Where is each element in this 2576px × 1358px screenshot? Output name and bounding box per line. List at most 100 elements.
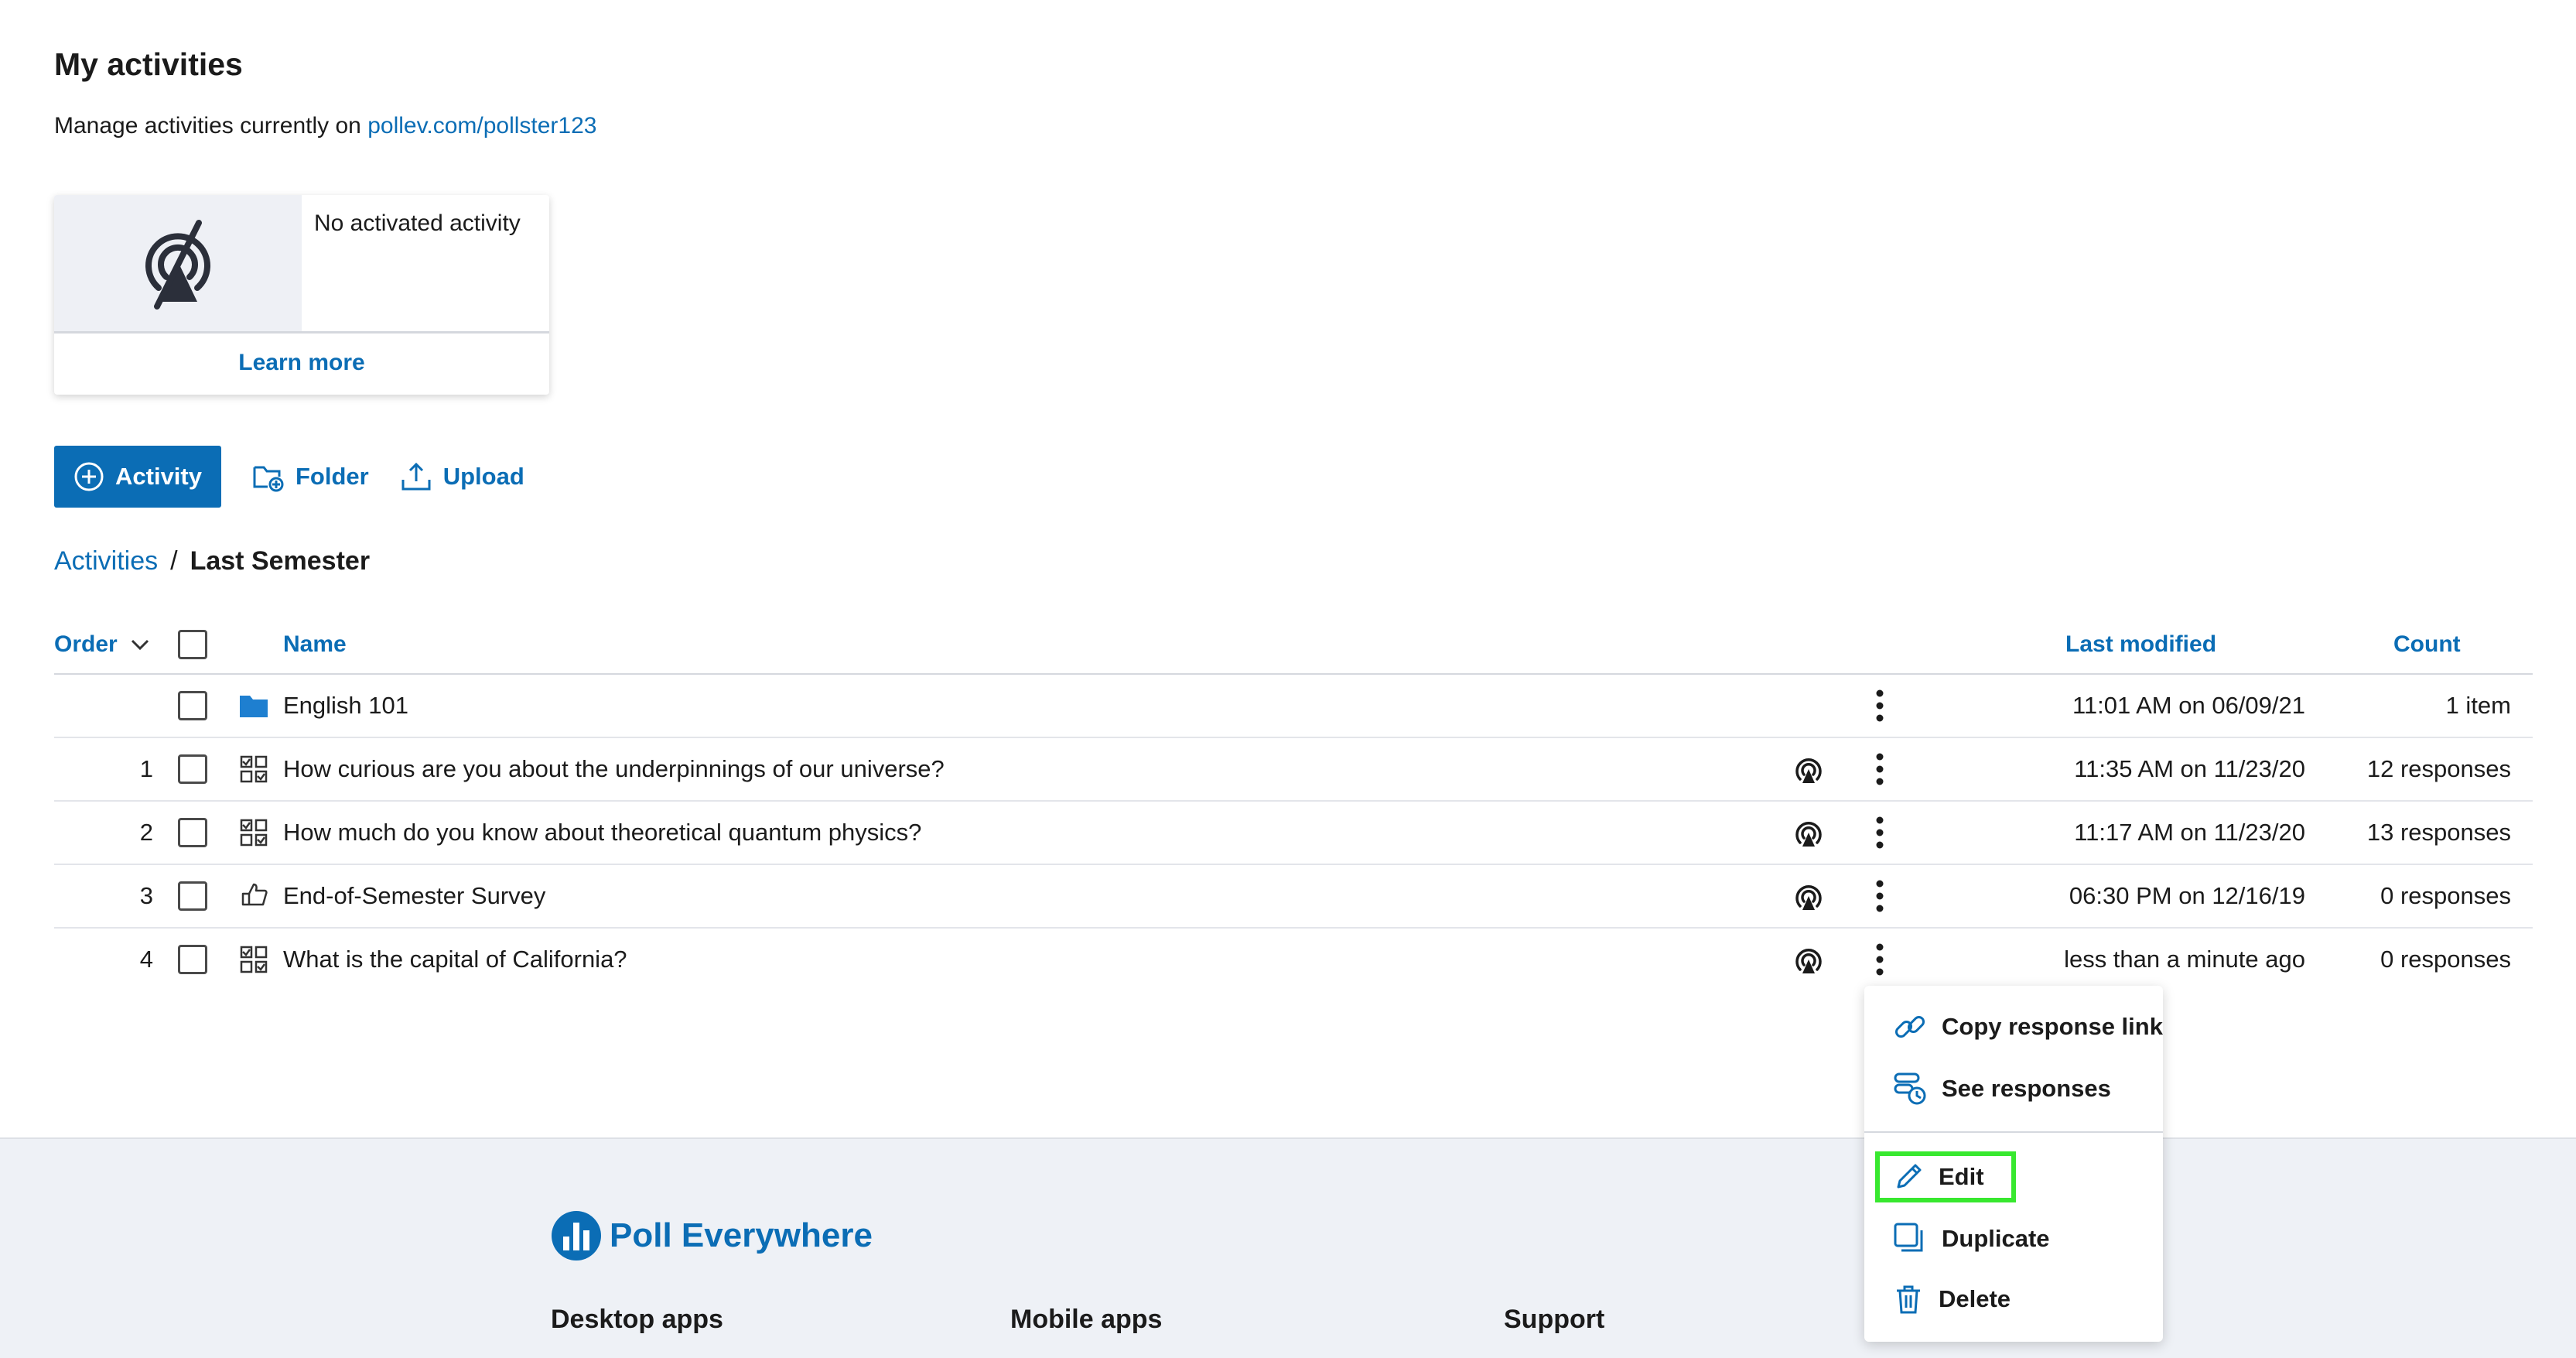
pollev-url-link[interactable]: pollev.com/pollster123 [367, 113, 596, 139]
row-name[interactable]: How much do you know about theoretical q… [283, 802, 921, 864]
row-checkbox[interactable] [178, 929, 207, 990]
name-header[interactable]: Name [283, 631, 347, 658]
row-last-modified: less than a minute ago [2064, 946, 2305, 973]
footer-desktop-apps[interactable]: Desktop apps [551, 1305, 723, 1335]
activation-thumbnail [54, 195, 302, 331]
row-name[interactable]: End-of-Semester Survey [283, 865, 545, 927]
row-menu-button[interactable] [1864, 865, 1895, 927]
row-count: 12 responses [2366, 755, 2511, 782]
multiple-choice-icon [240, 755, 268, 783]
table-row[interactable]: English 101 11:01 AM on 06/09/21 1 item [54, 675, 2533, 738]
plus-circle-icon [74, 462, 104, 491]
row-order [54, 675, 153, 737]
toolbar: Activity Folder Upload [54, 446, 524, 508]
broadcast-icon [1795, 885, 1822, 910]
count-header[interactable]: Count [2393, 631, 2461, 658]
brand-name: Poll Everywhere [610, 1216, 873, 1254]
broadcast-icon [1795, 822, 1822, 847]
activities-table: Order Name Last modified Count English 1… [54, 624, 2533, 990]
menu-label: Duplicate [1942, 1225, 2050, 1252]
poll-everywhere-logo[interactable]: Poll Everywhere [551, 1210, 873, 1261]
upload-icon [401, 462, 431, 491]
breadcrumb: Activities / Last Semester [54, 546, 370, 576]
more-options-icon [1876, 816, 1884, 849]
menu-label: See responses [1942, 1075, 2111, 1102]
breadcrumb-current: Last Semester [190, 546, 371, 576]
row-count: 13 responses [2366, 819, 2511, 846]
row-order: 4 [139, 946, 153, 973]
row-name[interactable]: How curious are you about the underpinni… [283, 738, 945, 800]
table-row[interactable]: 1 How curious are you about the underpinn… [54, 738, 2533, 802]
row-type-icon [237, 738, 271, 800]
main-page: My activities Manage activities currentl… [0, 0, 2576, 1137]
subtitle-text: Manage activities currently on [54, 113, 361, 139]
activity-button-label: Activity [115, 463, 202, 490]
row-checkbox[interactable] [178, 802, 207, 864]
folder-plus-icon [253, 466, 284, 492]
row-name[interactable]: English 101 [283, 675, 408, 737]
poll-everywhere-logo-icon [552, 1211, 601, 1261]
folder-icon [240, 696, 268, 717]
row-last-modified: 11:35 AM on 11/23/20 [2074, 755, 2305, 782]
row-count: 0 responses [2380, 946, 2511, 973]
responses-icon [1894, 1072, 1926, 1105]
table-row[interactable]: 4 What is the capital of California? less … [54, 929, 2533, 990]
row-type-icon [237, 802, 271, 864]
activate-button[interactable] [1792, 802, 1826, 864]
row-last-modified: 06:30 PM on 12/16/19 [2069, 882, 2305, 909]
menu-item-delete[interactable]: Delete [1892, 1280, 2011, 1319]
more-options-icon [1876, 880, 1884, 912]
broadcast-icon [1795, 758, 1822, 783]
order-sort-header[interactable]: Order [54, 631, 150, 658]
row-checkbox[interactable] [178, 738, 207, 800]
activate-button[interactable] [1792, 929, 1826, 990]
row-menu-button[interactable] [1864, 929, 1895, 990]
row-checkbox[interactable] [178, 675, 207, 737]
upload-button-label: Upload [442, 463, 524, 490]
more-options-icon [1876, 753, 1884, 785]
upload-button[interactable]: Upload [400, 461, 524, 492]
row-name[interactable]: What is the capital of California? [283, 929, 627, 990]
table-body: English 101 11:01 AM on 06/09/21 1 item 1 Ho… [54, 675, 2533, 990]
add-activity-button[interactable]: Activity [54, 446, 221, 508]
menu-item-edit[interactable]: Edit [1892, 1158, 1984, 1196]
row-menu-button[interactable] [1864, 738, 1895, 800]
activate-button[interactable] [1792, 738, 1826, 800]
activate-button[interactable] [1792, 865, 1826, 927]
card-divider [54, 331, 549, 334]
broadcast-off-icon [145, 220, 210, 310]
chevron-down-icon [131, 639, 149, 651]
select-all-checkbox[interactable] [178, 630, 207, 659]
breadcrumb-activities[interactable]: Activities [54, 546, 158, 576]
order-header-label: Order [54, 631, 118, 657]
survey-icon [241, 883, 268, 906]
duplicate-icon [1894, 1223, 1923, 1252]
row-order: 3 [139, 882, 153, 909]
last-modified-header[interactable]: Last modified [2065, 631, 2216, 658]
page-title: My activities [54, 46, 243, 82]
menu-item-copy-response-link[interactable]: Copy response link [1892, 1007, 2163, 1046]
table-row[interactable]: 3 End-of-Semester Survey 06:30 PM on 12/16… [54, 865, 2533, 929]
row-checkbox[interactable] [178, 865, 207, 927]
multiple-choice-icon [240, 946, 268, 973]
footer-mobile-apps[interactable]: Mobile apps [1010, 1305, 1162, 1335]
row-menu-button[interactable] [1864, 802, 1895, 864]
activation-status: No activated activity [314, 210, 521, 236]
row-order: 2 [139, 819, 153, 846]
link-icon [1894, 1015, 1925, 1038]
more-options-icon [1876, 943, 1884, 976]
footer-support[interactable]: Support [1504, 1305, 1604, 1335]
activation-card: No activated activity Learn more [54, 195, 549, 395]
learn-more-link[interactable]: Learn more [54, 350, 549, 376]
menu-item-see-responses[interactable]: See responses [1892, 1069, 2111, 1108]
folder-button-label: Folder [296, 463, 369, 490]
context-menu: Copy response link See responses Edit Du… [1864, 986, 2163, 1342]
row-menu-button[interactable] [1864, 675, 1895, 737]
menu-label: Copy response link [1942, 1013, 2163, 1040]
table-row[interactable]: 2 How much do you know about theoretical … [54, 802, 2533, 865]
add-folder-button[interactable]: Folder [252, 461, 369, 492]
menu-item-duplicate[interactable]: Duplicate [1892, 1219, 2050, 1258]
footer: Poll Everywhere Desktop apps Mobile apps… [0, 1137, 2576, 1358]
row-order: 1 [139, 755, 153, 782]
row-last-modified: 11:01 AM on 06/09/21 [2072, 692, 2305, 719]
